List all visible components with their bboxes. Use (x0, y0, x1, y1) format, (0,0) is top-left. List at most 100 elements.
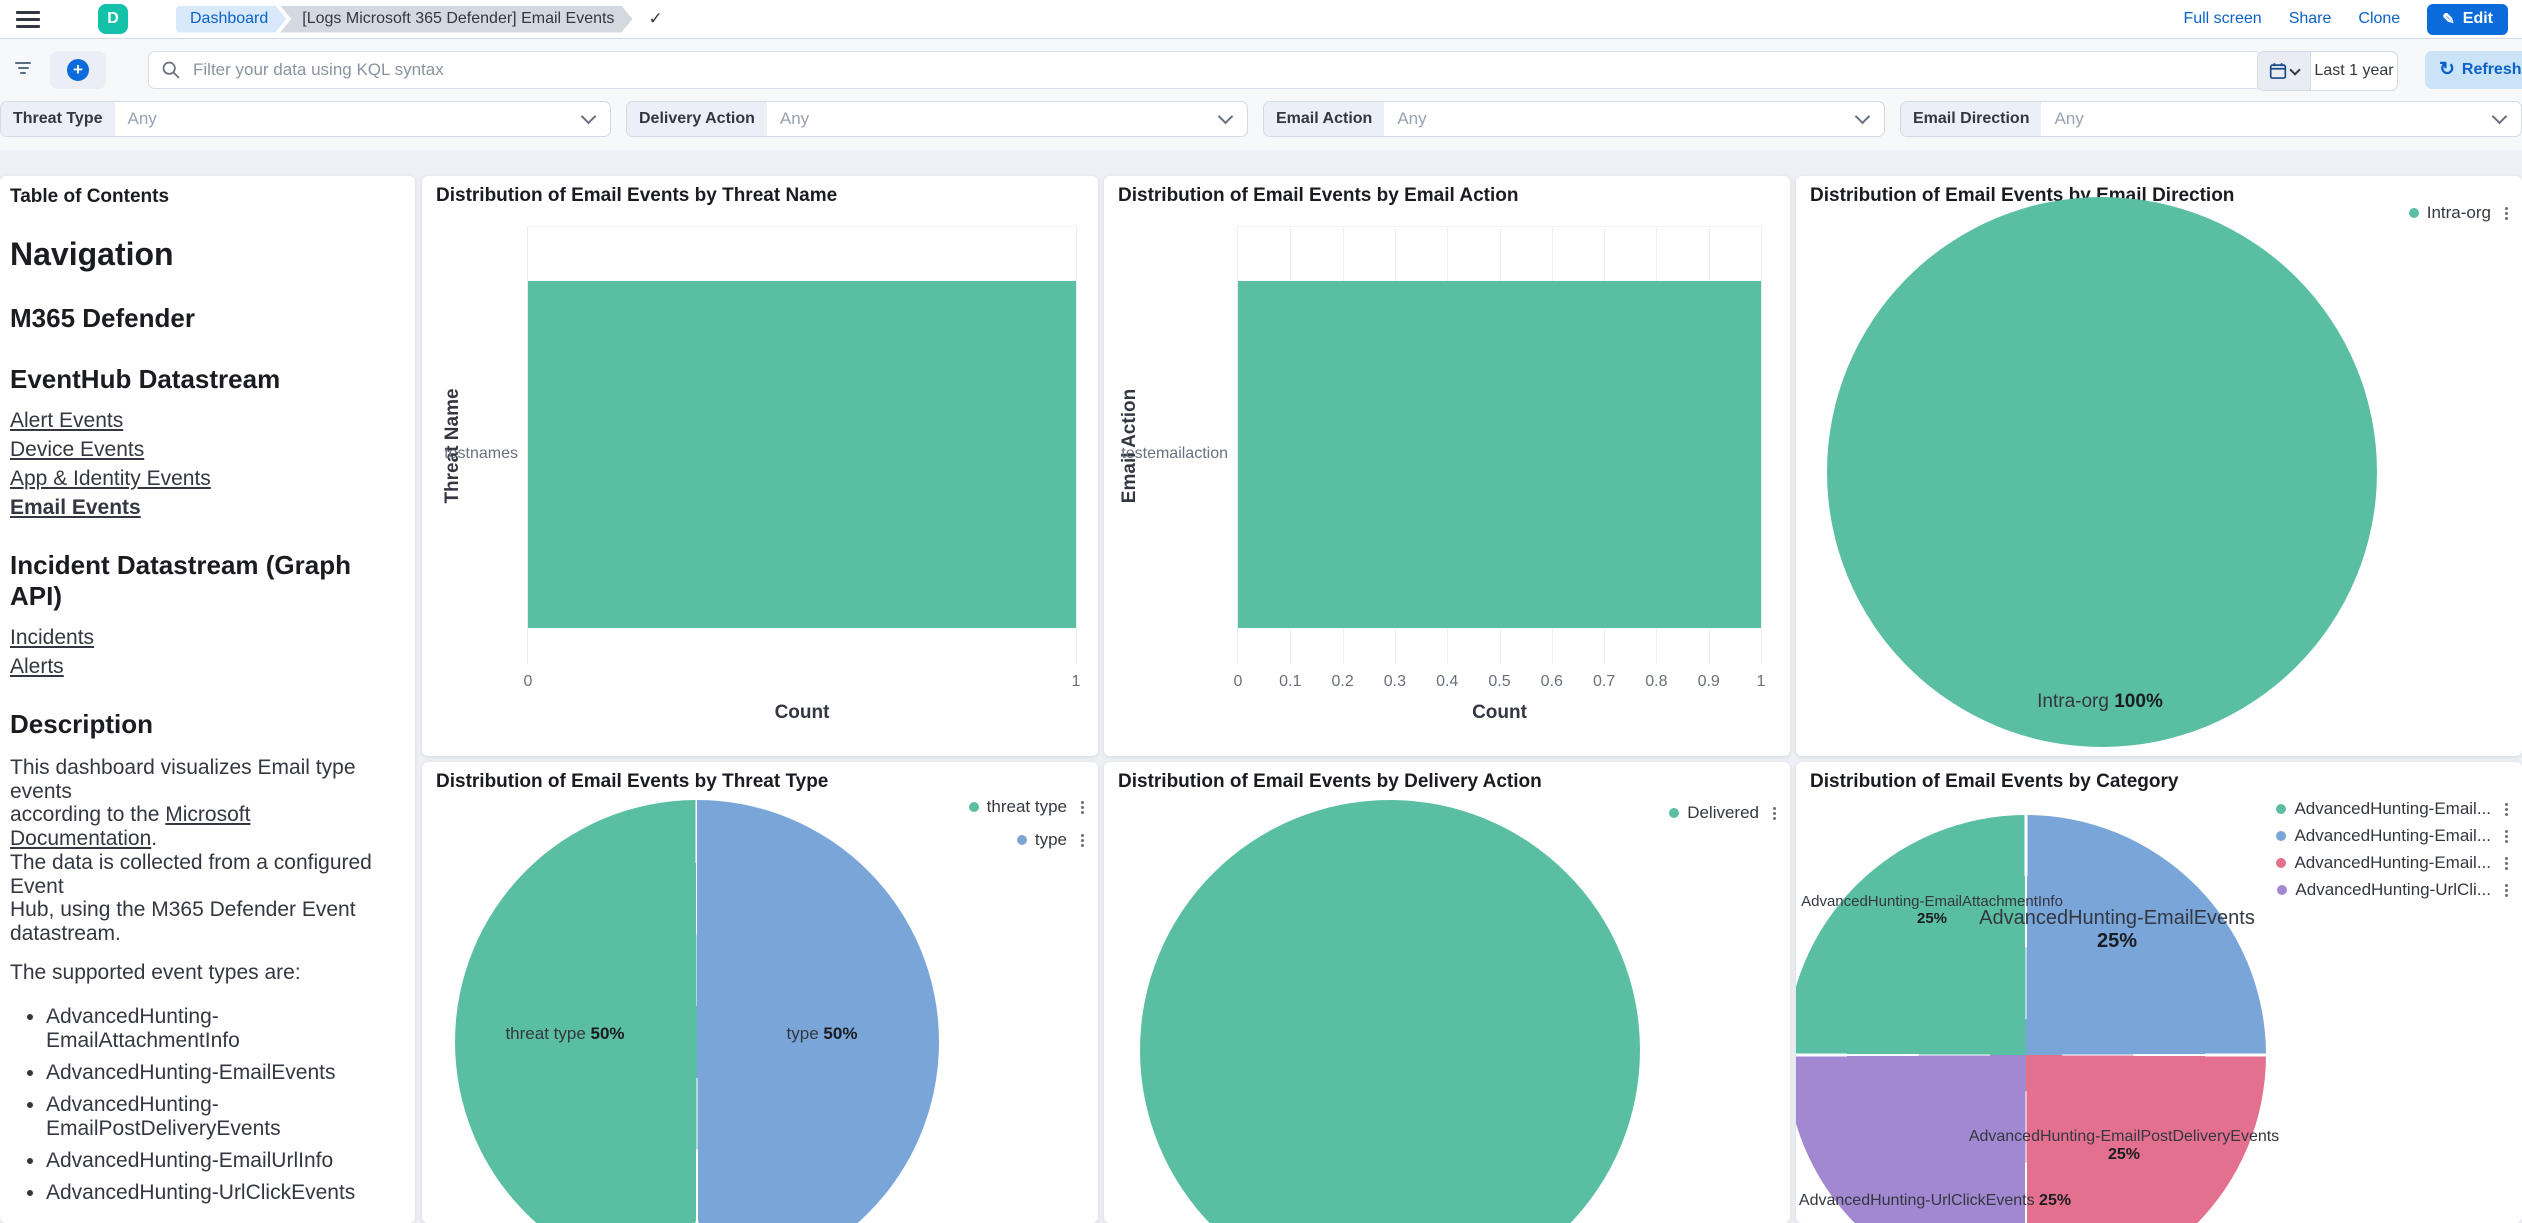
bar-chart-email-action: Email Action testemailaction 0 0.1 0.2 0… (1237, 226, 1762, 664)
space-avatar[interactable]: D (98, 4, 128, 34)
search-input[interactable] (148, 51, 2262, 89)
bar-testemailaction[interactable] (1238, 281, 1761, 628)
sidebar-link-alert-events[interactable]: Alert Events (10, 409, 401, 433)
event-type-list: AdvancedHunting-EmailAttachmentInfo Adva… (10, 1005, 401, 1205)
list-item: AdvancedHunting-UrlClickEvents (46, 1181, 401, 1205)
chevron-down-icon (2492, 109, 2508, 125)
chevron-down-icon (1218, 109, 1234, 125)
full-screen-link[interactable]: Full screen (2183, 10, 2261, 28)
filter-control-email-direction[interactable]: Email Direction Any (1900, 101, 2522, 137)
clone-link[interactable]: Clone (2358, 10, 2400, 28)
menu-icon[interactable] (16, 11, 40, 28)
panel-threat-type: Distribution of Email Events by Threat T… (422, 762, 1098, 1223)
pie-slice-label: threat type 50% (505, 1024, 624, 1044)
sidebar-link-alerts[interactable]: Alerts (10, 655, 401, 679)
legend-actions-icon[interactable] (2503, 800, 2510, 819)
pencil-icon: ✎ (2442, 10, 2455, 28)
filter-control-threat-type[interactable]: Threat Type Any (0, 101, 611, 137)
legend-item-email-attachment-info[interactable]: AdvancedHunting-Email... (2276, 798, 2510, 820)
filter-control-email-action[interactable]: Email Action Any (1263, 101, 1885, 137)
filter-value: Any (767, 109, 1220, 129)
filter-list-icon[interactable] (12, 62, 34, 74)
x-tick: 1 (1072, 673, 1081, 691)
time-range-label[interactable]: Last 1 year (2311, 52, 2397, 90)
legend-actions-icon[interactable] (2503, 854, 2510, 873)
legend-item-threat-type[interactable]: threat type (969, 796, 1086, 818)
legend-actions-icon[interactable] (1771, 804, 1778, 823)
sidebar-link-device-events[interactable]: Device Events (10, 438, 401, 462)
section-description: Description (10, 709, 401, 740)
search-box (148, 51, 2262, 89)
supported-types-intro: The supported event types are: (10, 961, 401, 985)
chevron-down-icon (2289, 64, 2300, 75)
top-actions: Full screen Share Clone ✎Edit (2183, 4, 2522, 35)
list-item: AdvancedHunting-EmailAttachmentInfo (46, 1005, 401, 1053)
panel-threat-name: Distribution of Email Events by Threat N… (422, 176, 1098, 756)
date-picker-icon-segment[interactable] (2258, 52, 2311, 90)
section-incident-datastream: Incident Datastream (Graph API) (10, 550, 401, 612)
sidebar-link-email-events[interactable]: Email Events (10, 496, 401, 520)
edit-button[interactable]: ✎Edit (2427, 4, 2508, 35)
kibana-dashboard-app: D Dashboard [Logs Microsoft 365 Defender… (0, 0, 2522, 1223)
date-picker[interactable]: Last 1 year (2257, 51, 2398, 91)
share-link[interactable]: Share (2289, 10, 2332, 28)
x-tick: 0.2 (1331, 673, 1353, 691)
panel-title: Distribution of Email Events by Email Di… (1810, 185, 2234, 207)
refresh-button[interactable]: ↻Refresh (2425, 51, 2522, 89)
panel-title: Distribution of Email Events by Threat T… (436, 771, 828, 793)
x-tick: 0 (524, 673, 533, 691)
legend-swatch (2409, 208, 2419, 218)
filter-value: Any (2041, 109, 2494, 129)
x-tick: 0.8 (1645, 673, 1667, 691)
legend-item-intra-org[interactable]: Intra-org (2409, 202, 2510, 224)
legend-actions-icon[interactable] (2503, 204, 2510, 223)
chevron-down-icon (581, 109, 597, 125)
x-tick: 0 (1234, 673, 1243, 691)
x-tick: 1 (1757, 673, 1766, 691)
panel-title: Distribution of Email Events by Category (1810, 771, 2178, 793)
legend-item-delivered[interactable]: Delivered (1669, 802, 1778, 824)
filter-value: Any (1384, 109, 1857, 129)
breadcrumb-item-dashboard[interactable]: Dashboard (176, 6, 286, 33)
legend: Delivered (1669, 802, 1778, 824)
filter-controls-row: Threat Type Any Delivery Action Any Emai… (0, 101, 2522, 137)
legend-item-email-events[interactable]: AdvancedHunting-Email... (2276, 825, 2510, 847)
pie-threat-type[interactable] (455, 800, 939, 1223)
panel-title: Distribution of Email Events by Email Ac… (1118, 185, 1518, 207)
sidebar-link-incidents[interactable]: Incidents (10, 626, 401, 650)
pie-delivery-action[interactable] (1140, 800, 1640, 1223)
legend-swatch (1017, 835, 1027, 845)
add-filter-button[interactable]: + (50, 51, 106, 89)
panel-email-action: Distribution of Email Events by Email Ac… (1104, 176, 1790, 756)
filter-control-delivery-action[interactable]: Delivery Action Any (626, 101, 1248, 137)
y-axis-category: testnames (444, 445, 518, 463)
legend-item-email-post-delivery[interactable]: AdvancedHunting-Email... (2276, 852, 2510, 874)
sidebar-link-app-identity-events[interactable]: App & Identity Events (10, 467, 401, 491)
x-tick: 0.7 (1593, 673, 1615, 691)
legend-swatch (2276, 858, 2286, 868)
breadcrumb-item-current: [Logs Microsoft 365 Defender] Email Even… (280, 6, 632, 33)
panel-title: Distribution of Email Events by Delivery… (1118, 771, 1542, 793)
legend-actions-icon[interactable] (1079, 831, 1086, 850)
pie-email-direction[interactable] (1827, 197, 2377, 747)
list-item: AdvancedHunting-EmailPostDeliveryEvents (46, 1093, 401, 1141)
x-tick: 0.6 (1541, 673, 1563, 691)
legend-item-url-click-events[interactable]: AdvancedHunting-UrlCli... (2277, 879, 2510, 901)
legend-actions-icon[interactable] (1079, 798, 1086, 817)
calendar-icon (2269, 62, 2287, 80)
legend-actions-icon[interactable] (2503, 827, 2510, 846)
pie-slice-label: AdvancedHunting-EmailEvents 25% (1979, 907, 2255, 953)
x-tick: 0.1 (1279, 673, 1301, 691)
filter-label: Delivery Action (627, 102, 767, 136)
x-axis-title: Count (775, 702, 830, 724)
panel-title: Distribution of Email Events by Threat N… (436, 185, 837, 207)
panel-title: Table of Contents (10, 186, 401, 208)
legend: threat type type (969, 796, 1086, 851)
bar-testnames[interactable] (528, 281, 1076, 628)
legend-actions-icon[interactable] (2503, 881, 2510, 900)
legend-swatch (2276, 831, 2286, 841)
legend-item-type[interactable]: type (1017, 829, 1086, 851)
table-of-contents-panel: Table of Contents Navigation M365 Defend… (0, 176, 415, 1223)
panel-email-direction: Distribution of Email Events by Email Di… (1796, 176, 2522, 756)
list-item: AdvancedHunting-EmailUrlInfo (46, 1149, 401, 1173)
